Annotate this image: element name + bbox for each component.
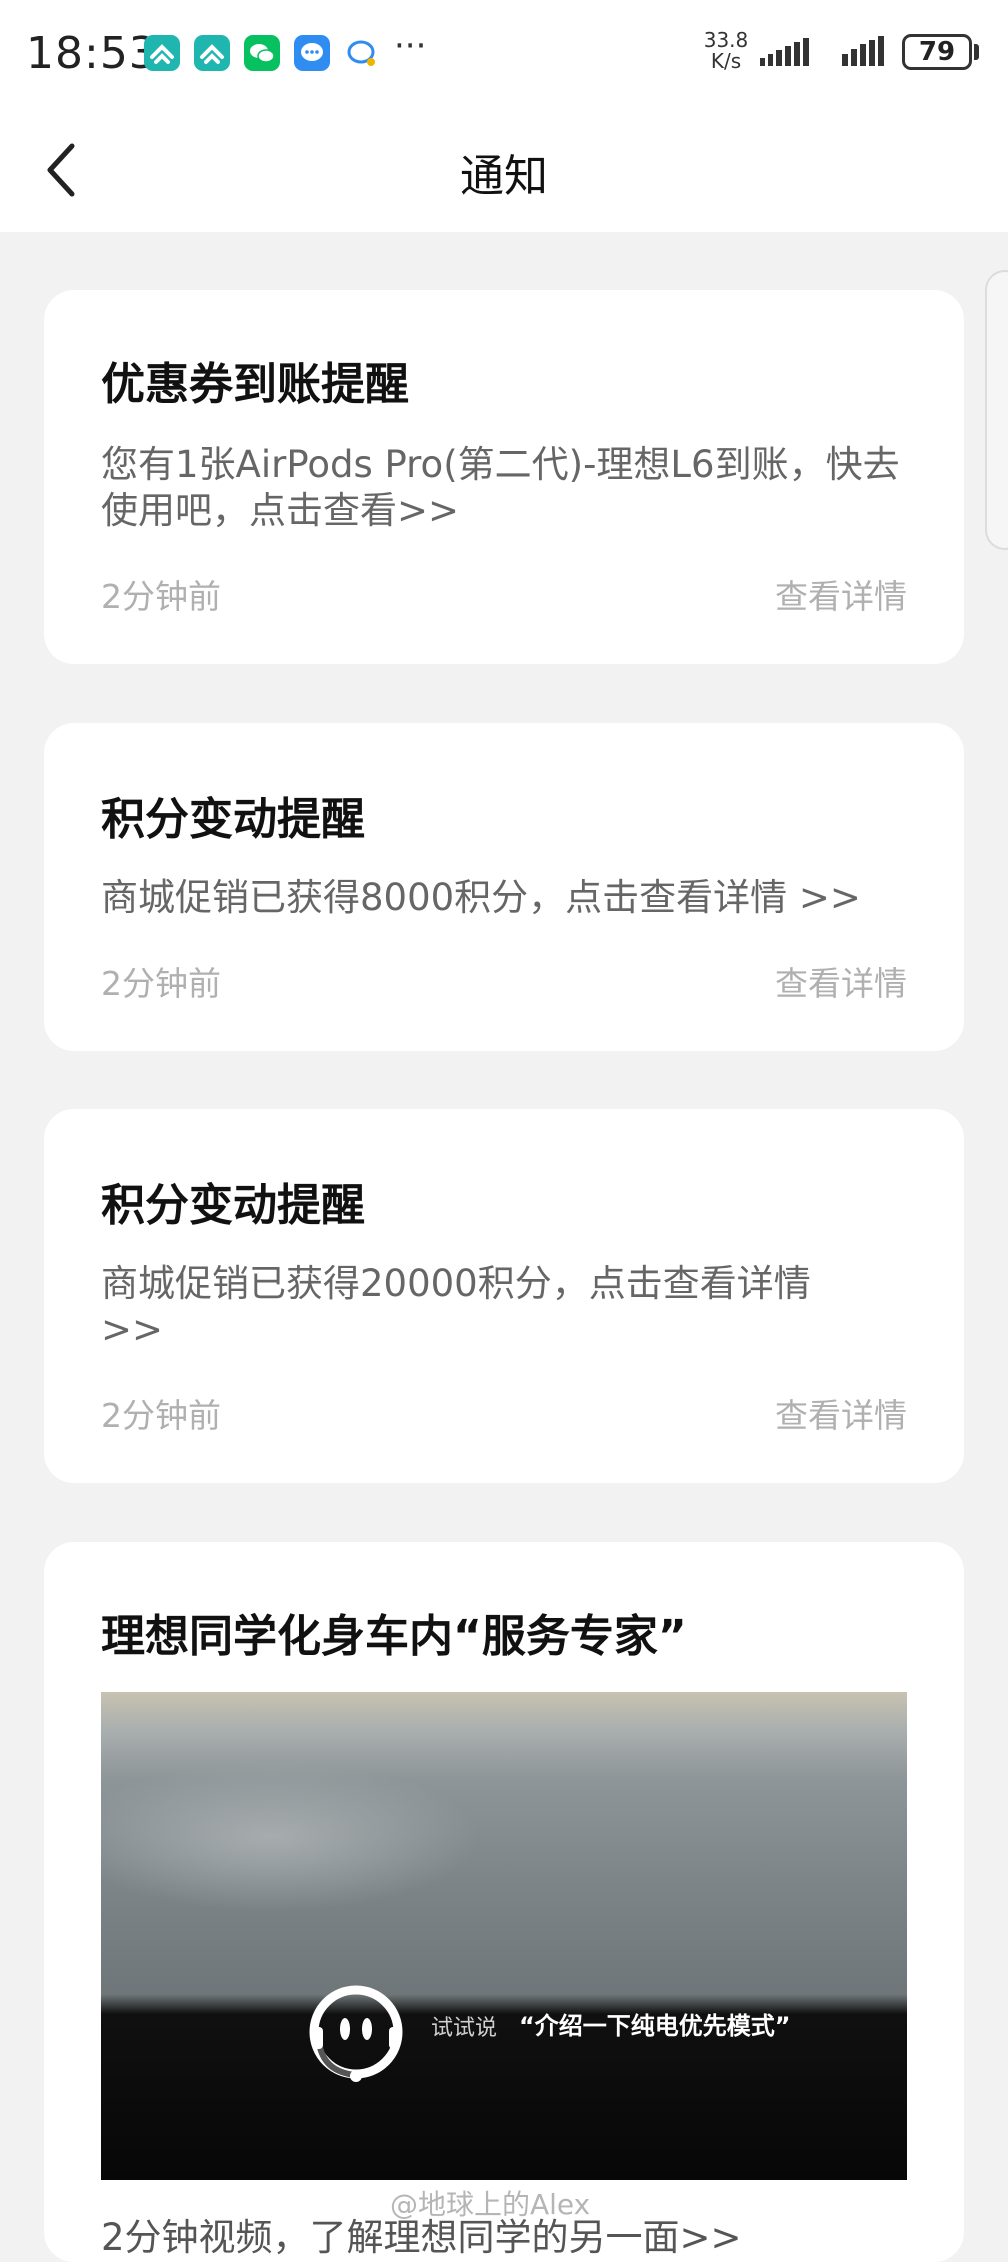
nav-bar: 通知 — [0, 110, 1008, 232]
video-hint-text: 试试说 — [431, 2016, 498, 2041]
wechat-icon — [244, 35, 280, 71]
chat-bubble-icon — [344, 35, 380, 71]
notification-title: 积分变动提醒 — [101, 1180, 365, 1231]
watermark: @地球上的Alex — [390, 2188, 591, 2221]
floating-side-tab[interactable] — [985, 270, 1008, 550]
notification-title: 理想同学化身车内“服务专家” — [101, 1611, 687, 1662]
net-speed-unit: K/s — [710, 49, 742, 73]
notification-title: 优惠券到账提醒 — [101, 359, 409, 410]
more-notifications-icon: ··· — [394, 26, 427, 66]
notification-card[interactable]: 优惠券到账提醒 您有1张AirPods Pro(第二代)-理想L6到账，快去使用… — [44, 290, 964, 664]
notification-title: 积分变动提醒 — [101, 794, 365, 845]
notification-time: 2分钟前 — [101, 964, 221, 1003]
notification-card[interactable]: 积分变动提醒 商城促销已获得8000积分，点击查看详情 >> 2分钟前 查看详情 — [44, 723, 964, 1051]
view-details-link[interactable]: 查看详情 — [775, 957, 907, 1005]
message-icon — [294, 35, 330, 71]
view-details-link[interactable]: 查看详情 — [775, 1389, 907, 1437]
notification-body: 商城促销已获得20000积分，点击查看详情 >> — [101, 1262, 811, 1351]
notification-time: 2分钟前 — [101, 1396, 221, 1435]
ctrip-icon — [194, 35, 230, 71]
status-time: 18:53 — [26, 28, 158, 79]
notification-body: 您有1张AirPods Pro(第二代)-理想L6到账，快去使用吧，点击查看>> — [101, 443, 900, 532]
notification-time: 2分钟前 — [101, 577, 221, 616]
assistant-headset-icon — [309, 1985, 403, 2082]
video-thumbnail[interactable]: 试试说 “介绍一下纯电优先模式” — [101, 1692, 907, 2180]
signal-icon — [842, 36, 884, 66]
video-glare — [101, 1762, 481, 1912]
net-speed: 33.8 K/s — [700, 30, 752, 72]
battery-tip — [974, 44, 979, 60]
net-speed-value: 33.8 — [703, 28, 749, 52]
video-quote-text: “介绍一下纯电优先模式” — [519, 2012, 791, 2040]
notification-card[interactable]: 积分变动提醒 商城促销已获得20000积分，点击查看详情 >> 2分钟前 查看详… — [44, 1109, 964, 1483]
battery-icon: 79 — [902, 34, 972, 70]
notification-card[interactable]: 理想同学化身车内“服务专家” 试试说 “介绍一下纯电优先模式” 2分钟视频，了解… — [44, 1542, 964, 2262]
view-details-link[interactable]: 查看详情 — [775, 570, 907, 618]
signal-icon — [760, 38, 809, 66]
status-bar: 18:53 ··· 33.8 K/s 79 — [0, 0, 1008, 110]
notification-body: 商城促销已获得8000积分，点击查看详情 >> — [101, 876, 861, 919]
ctrip-icon — [144, 35, 180, 71]
page-title: 通知 — [460, 151, 548, 202]
